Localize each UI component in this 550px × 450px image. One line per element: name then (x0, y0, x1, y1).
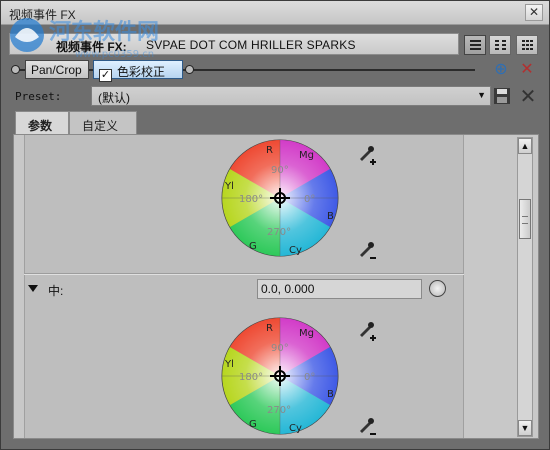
midtones-row: 中: 0.0, 0.000 (24, 278, 464, 302)
plugin-color-correction[interactable]: ✓ 色彩校正 (93, 60, 183, 82)
wheel2-label-g: G (249, 419, 257, 430)
expand-triangle-icon[interactable] (28, 285, 38, 292)
color-wheel-mid[interactable]: R Mg B Cy G Yl 90° 180° 0° 270° (219, 315, 341, 437)
eyedropper-add-icon[interactable] (356, 143, 378, 165)
wheel2-label-mg: Mg (299, 328, 314, 339)
wheel2-degree-180: 180° (239, 372, 263, 383)
scroll-up-button[interactable]: ▲ (518, 138, 532, 154)
wheel-degree-180: 180° (239, 194, 263, 205)
window-title: 视频事件 FX (9, 8, 76, 22)
wheel2-degree-90: 90° (271, 343, 289, 354)
eyedropper-remove-icon[interactable] (356, 415, 378, 437)
section-divider (24, 273, 464, 275)
save-preset-icon[interactable] (491, 87, 513, 107)
view-grid-button[interactable] (489, 35, 511, 55)
wheel-label-b: B (327, 211, 334, 222)
tab-parameters[interactable]: 参数 (15, 111, 69, 136)
wheel-label-r: R (266, 145, 273, 156)
preset-value: (默认) (98, 91, 130, 105)
keyframe-clock-icon[interactable] (429, 280, 446, 297)
tab-custom-label: 自定义 (82, 119, 119, 133)
wheel-degree-270: 270° (267, 227, 291, 238)
plugin-chain: Pan/Crop ✓ 色彩校正 (9, 59, 479, 82)
fx-chain-name: SVPAE DOT COM HRILLER SPARKS (146, 38, 356, 52)
eyedropper-remove-icon[interactable] (356, 239, 378, 261)
wheel2-label-cy: Cy (289, 423, 302, 434)
tab-custom[interactable]: 自定义 (69, 111, 137, 135)
preset-label: Preset: (15, 90, 62, 103)
chain-end-node (185, 65, 194, 74)
wheel2-label-r: R (266, 323, 273, 334)
wheel2-label-b: B (327, 389, 334, 400)
parameters-panel: R Mg B Cy G Yl 90° 180° 0° 270° 中: 0.0, … (13, 134, 539, 439)
wheel2-degree-0: 0° (304, 372, 315, 383)
fx-chain-bar: 视频事件 FX: SVPAE DOT COM HRILLER SPARKS (9, 33, 459, 55)
close-button[interactable]: ✕ (525, 4, 543, 21)
wheel-label-yl: Yl (224, 181, 234, 192)
plugin-pan-crop[interactable]: Pan/Crop (25, 60, 89, 79)
chain-start-node (11, 65, 20, 74)
wheel-label-g: G (249, 241, 257, 252)
scroll-down-button[interactable]: ▼ (518, 420, 532, 436)
midtones-value-field[interactable]: 0.0, 0.000 (257, 279, 422, 299)
remove-plugin-icon[interactable]: ✕ (517, 60, 537, 80)
plugin-enable-checkbox[interactable]: ✓ (99, 69, 112, 82)
fx-chain-label: 视频事件 FX: (56, 40, 127, 54)
view-list-button[interactable] (464, 35, 486, 55)
add-plugin-icon[interactable]: ⊕ (491, 60, 511, 80)
plugin-color-correction-label: 色彩校正 (117, 65, 166, 79)
wheel-degree-90: 90° (271, 165, 289, 176)
eyedropper-add-icon[interactable] (356, 319, 378, 341)
tab-parameters-label: 参数 (28, 119, 53, 133)
wheel2-degree-270: 270° (267, 405, 291, 416)
chevron-down-icon: ▼ (477, 90, 486, 100)
midtones-label: 中: (48, 284, 64, 298)
plugin-pan-crop-label: Pan/Crop (31, 63, 82, 77)
view-detail-button[interactable] (516, 35, 538, 55)
wheel-degree-0: 0° (304, 194, 315, 205)
scroll-thumb[interactable] (519, 199, 531, 239)
title-bar: 视频事件 FX ✕ (1, 1, 549, 25)
preset-dropdown[interactable]: (默认) ▼ (91, 86, 491, 106)
wheel-label-cy: Cy (289, 245, 302, 256)
color-wheel-low[interactable]: R Mg B Cy G Yl 90° 180° 0° 270° (219, 137, 341, 259)
delete-preset-icon[interactable]: ✕ (517, 87, 539, 107)
wheel-label-mg: Mg (299, 150, 314, 161)
wheel2-label-yl: Yl (224, 359, 234, 370)
vertical-scrollbar[interactable]: ▲ ▼ (517, 137, 533, 437)
video-event-fx-window: 视频事件 FX ✕ 视频事件 FX: SVPAE DOT COM HRILLER… (0, 0, 550, 450)
preset-row: Preset: (默认) ▼ ✕ (9, 85, 544, 109)
